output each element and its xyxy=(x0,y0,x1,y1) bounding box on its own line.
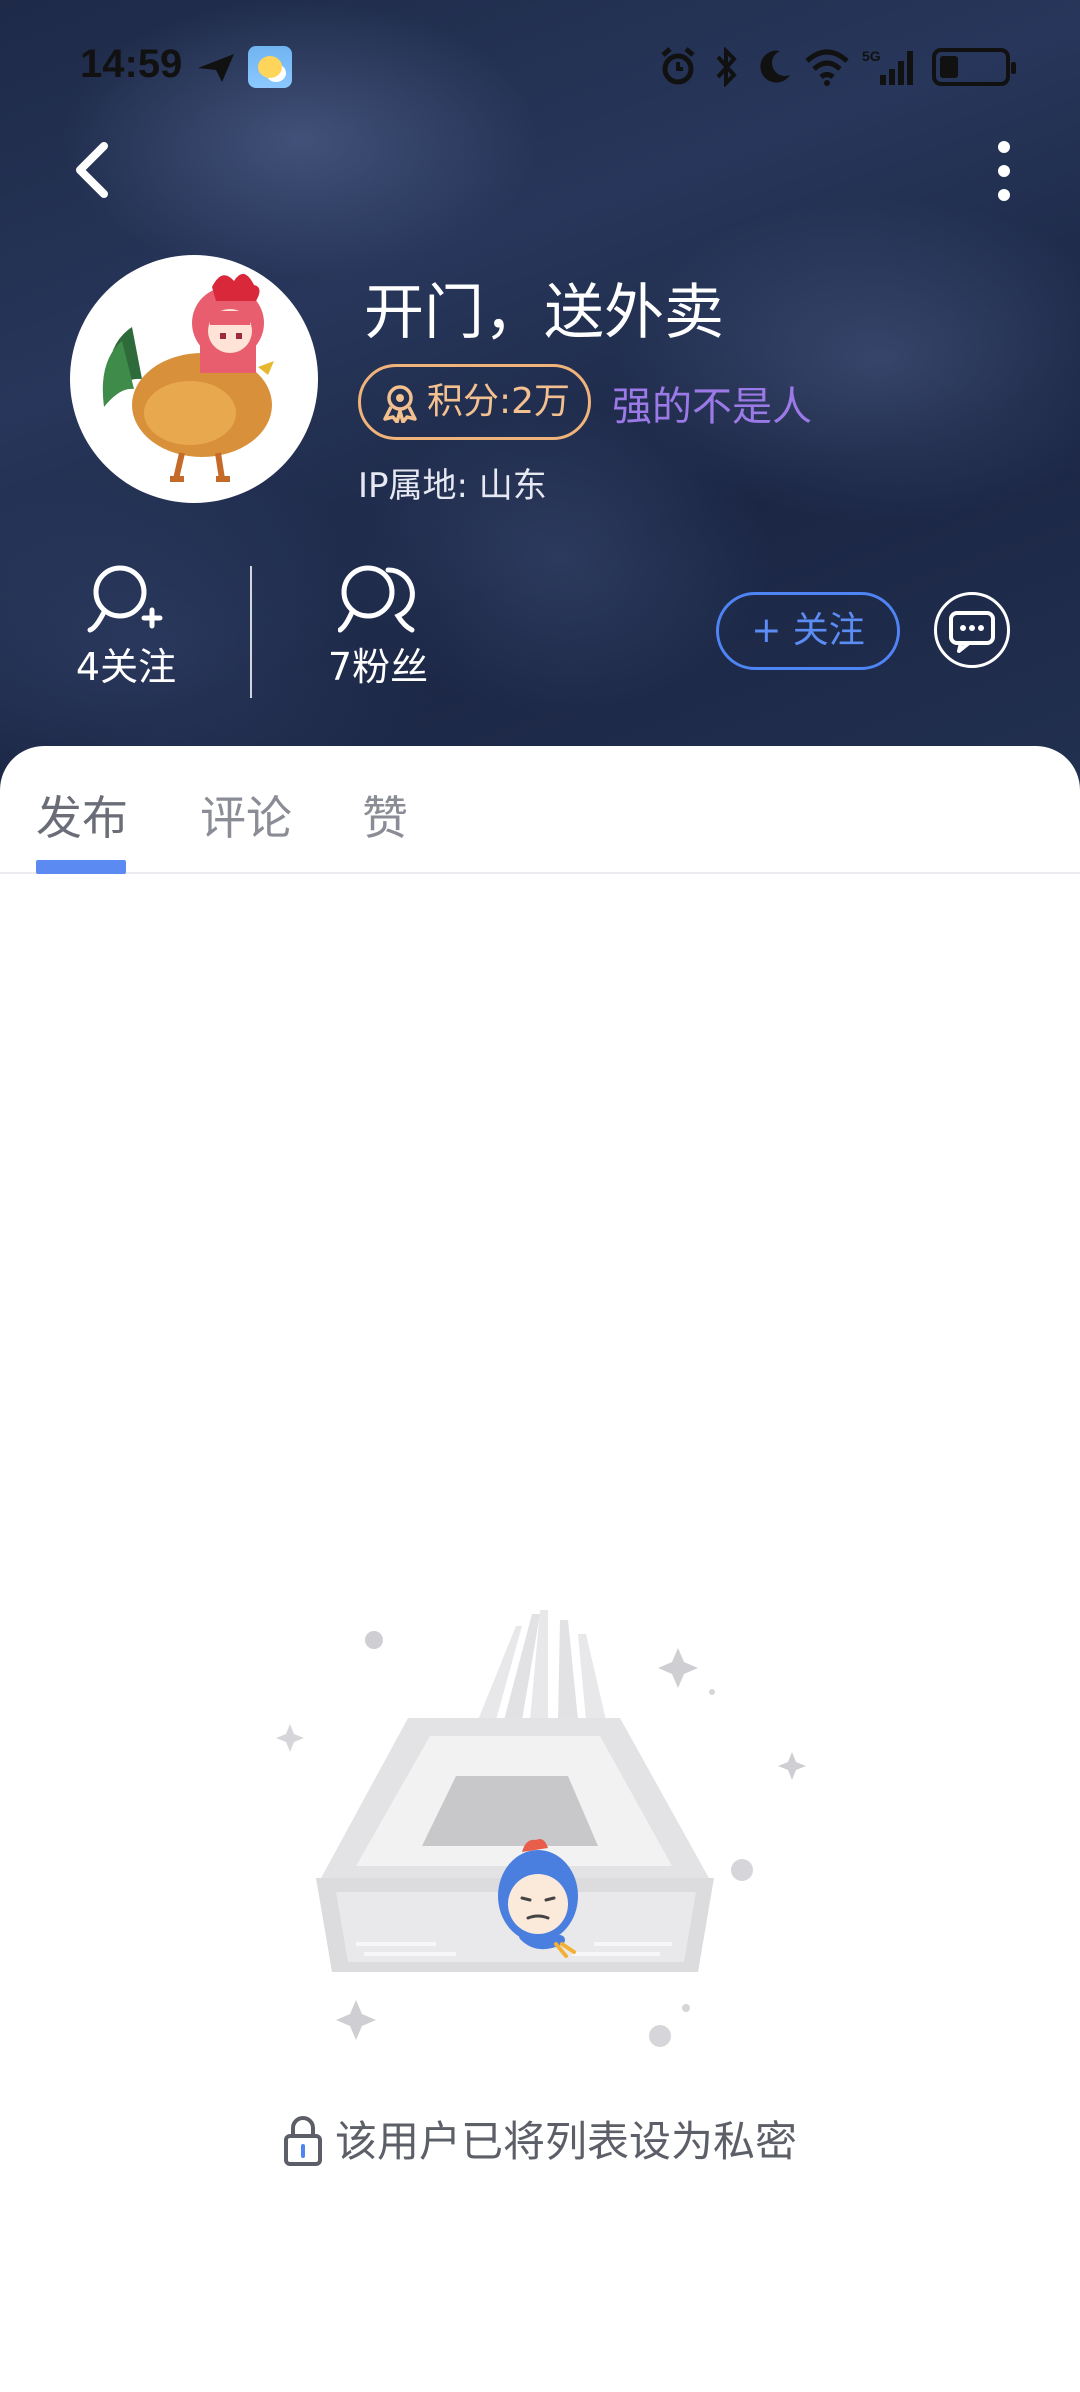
wifi-icon xyxy=(805,49,849,86)
lock-icon xyxy=(283,2116,322,2166)
battery-icon xyxy=(932,48,1016,86)
user-add-icon xyxy=(87,565,163,633)
signal-icon: 5G xyxy=(862,48,913,85)
status-bar: 14:59 5G xyxy=(0,0,1080,130)
moon-icon xyxy=(760,50,790,83)
following-stat[interactable]: 4关注 xyxy=(26,562,226,691)
network-label: 5G xyxy=(862,48,881,64)
empty-state-text: 该用户已将列表设为私密 xyxy=(334,2117,797,2166)
tab-bar: 发布 评论 赞 xyxy=(0,746,1080,874)
username: 开门，送外卖 xyxy=(364,278,724,348)
fans-count: 7粉丝 xyxy=(327,645,429,689)
stat-divider xyxy=(250,566,252,698)
tab-likes[interactable]: 赞 xyxy=(362,782,408,848)
points-badge[interactable]: 积分:2万 xyxy=(358,364,592,440)
rooster-girl-avatar-image xyxy=(72,257,316,501)
points-label: 积分:2万 xyxy=(427,381,571,422)
medal-icon xyxy=(383,385,417,423)
ip-location: IP属地: 山东 xyxy=(358,466,547,506)
active-tab-indicator xyxy=(36,860,126,874)
avatar[interactable] xyxy=(70,255,318,503)
follow-button[interactable]: + 关注 xyxy=(716,592,900,670)
weather-icon xyxy=(248,46,292,88)
more-vertical-icon xyxy=(998,141,1010,201)
back-button[interactable] xyxy=(64,138,124,202)
fans-stat[interactable]: 7粉丝 xyxy=(278,562,478,691)
empty-state-message: 该用户已将列表设为私密 xyxy=(0,2108,1080,2169)
users-icon xyxy=(338,565,415,633)
send-icon xyxy=(198,54,234,82)
profile-header: 14:59 5G 开门，送外卖 积分:2万 强的不是人 IP属地: 山东 4关注… xyxy=(0,0,1080,790)
chevron-left-icon xyxy=(76,142,108,198)
chat-bubble-icon xyxy=(949,611,995,653)
alarm-icon xyxy=(661,47,695,85)
status-time: 14:59 xyxy=(80,42,183,86)
empty-box-illustration xyxy=(276,1610,806,2047)
tab-publish[interactable]: 发布 xyxy=(36,782,128,848)
following-count: 4关注 xyxy=(75,645,177,689)
more-button[interactable] xyxy=(984,138,1024,204)
user-title-tag: 强的不是人 xyxy=(612,384,812,430)
bluetooth-icon xyxy=(716,47,737,87)
message-button[interactable] xyxy=(934,592,1010,668)
tab-comments[interactable]: 评论 xyxy=(200,782,292,848)
status-icons: 5G xyxy=(660,44,1016,90)
